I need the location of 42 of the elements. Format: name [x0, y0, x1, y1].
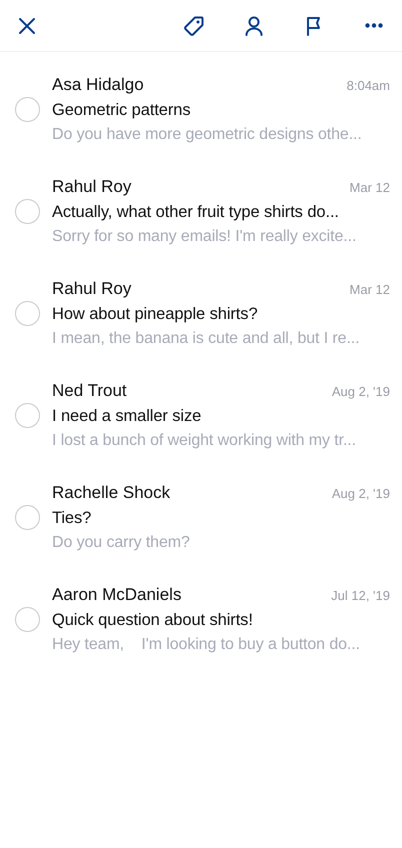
flag-icon [306, 16, 322, 36]
message-subject: Geometric patterns [52, 100, 192, 120]
person-icon [245, 16, 263, 36]
message-subject: I need a smaller size [52, 406, 202, 426]
message-time: Aug 2, '19 [332, 382, 390, 401]
message-preview: Do you carry them? [52, 532, 191, 552]
sender-name: Asa Hidalgo [52, 74, 144, 96]
message-row[interactable]: Rahul Roy Mar 12 How about pineapple shirts? I mean, the banana is cute and all, but I re... [0, 266, 402, 368]
message-row[interactable]: Rachelle Shock Aug 2, '19 Ties? Do you carry them? [0, 470, 402, 572]
select-checkbox[interactable] [15, 300, 40, 326]
more-icon [365, 23, 383, 28]
tag-icon [183, 14, 205, 36]
message-time: Mar 12 [350, 280, 390, 298]
message-preview: Hey team, I'm looking to buy a button do... [52, 634, 361, 654]
message-subject: Quick question about shirts! [52, 610, 254, 630]
message-row[interactable]: Ned Trout Aug 2, '19 I need a smaller size I lost a bunch of weight working with my tr... [0, 368, 402, 470]
message-preview: Sorry for so many emails! I'm really excite... [52, 226, 358, 246]
select-checkbox[interactable] [15, 504, 40, 530]
close-icon [18, 16, 36, 34]
message-time: Mar 12 [350, 178, 390, 196]
message-preview: Do you have more geometric designs othe... [52, 124, 363, 144]
sender-name: Rahul Roy [52, 278, 132, 300]
select-checkbox[interactable] [15, 198, 40, 224]
sender-name: Ned Trout [52, 380, 127, 402]
select-checkbox[interactable] [15, 606, 40, 632]
message-row[interactable]: Rahul Roy Mar 12 Actually, what other fruit type shirts do... Sorry for so many emails! I'm really excite... [0, 164, 402, 266]
message-time: Aug 2, '19 [332, 484, 390, 503]
message-preview: I mean, the banana is cute and all, but I re... [52, 328, 360, 348]
tag-button[interactable] [182, 14, 206, 38]
sender-name: Rahul Roy [52, 176, 132, 198]
message-row[interactable]: Aaron McDaniels Jul 12, '19 Quick question about shirts! Hey team, I'm looking to buy a button do... [0, 572, 402, 674]
message-subject: Actually, what other fruit type shirts do... [52, 202, 340, 222]
message-subject: Ties? [52, 508, 92, 528]
sender-name: Aaron McDaniels [52, 584, 182, 606]
select-checkbox[interactable] [15, 96, 40, 122]
message-row[interactable]: Asa Hidalgo 8:04am Geometric patterns Do you have more geometric designs othe... [0, 62, 402, 164]
message-time: 8:04am [346, 76, 390, 94]
message-subject: How about pineapple shirts? [52, 304, 259, 324]
sender-name: Rachelle Shock [52, 482, 170, 504]
select-checkbox[interactable] [15, 402, 40, 428]
message-preview: I lost a bunch of weight working with my tr... [52, 430, 357, 450]
message-time: Jul 12, '19 [331, 586, 390, 604]
